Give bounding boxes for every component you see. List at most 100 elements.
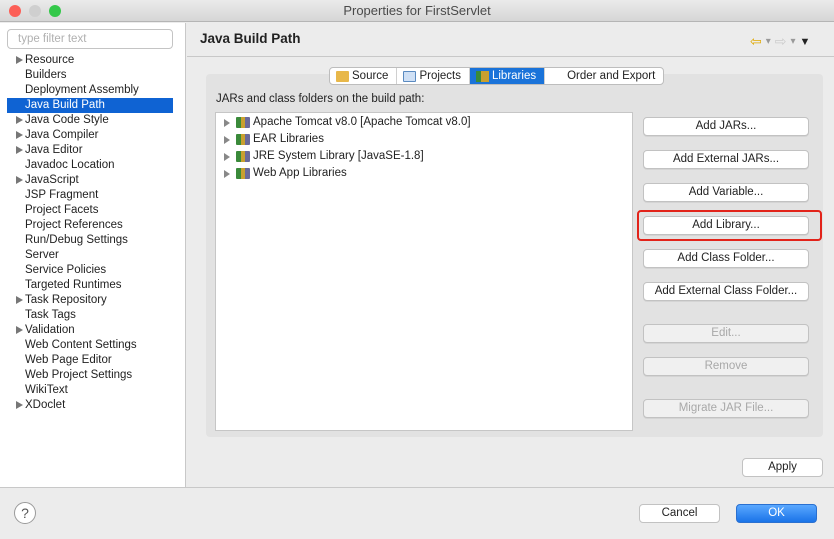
list-item[interactable]: EAR Libraries [224,131,324,148]
library-label: Web App Libraries [253,167,347,179]
tab-bar: Source Projects Libraries Order and Export [329,67,665,85]
list-item[interactable]: Web App Libraries [224,165,347,182]
filter-input[interactable] [7,29,173,49]
sidebar-item-label: JavaScript [25,174,79,186]
sidebar-item-label: Service Policies [25,264,107,276]
remove-button[interactable]: Remove [643,357,809,376]
sidebar-item[interactable]: Task Repository [7,293,173,308]
sidebar-item[interactable]: Java Editor [7,143,173,158]
tab-libraries[interactable]: Libraries [469,68,546,84]
tab-label: Libraries [491,70,537,82]
list-item[interactable]: Apache Tomcat v8.0 [Apache Tomcat v8.0] [224,114,471,131]
help-icon[interactable]: ? [14,502,36,524]
sidebar-item[interactable]: Web Project Settings [7,368,173,383]
library-icon [475,70,489,82]
expand-arrow-icon[interactable] [16,131,23,139]
order-export-icon [551,71,564,82]
sidebar-item[interactable]: JavaScript [7,173,173,188]
add-external-class-folder-button[interactable]: Add External Class Folder... [643,282,809,301]
close-window-button[interactable] [9,5,21,17]
library-label: Apache Tomcat v8.0 [Apache Tomcat v8.0] [253,116,471,128]
title-bar: Properties for FirstServlet [0,0,834,22]
add-variable-button[interactable]: Add Variable... [643,183,809,202]
sidebar-item[interactable]: Project Facets [7,203,173,218]
sidebar-item[interactable]: Web Page Editor [7,353,173,368]
expand-arrow-icon[interactable] [16,401,23,409]
sidebar-item-label: WikiText [25,384,68,396]
ok-button[interactable]: OK [736,504,817,523]
sidebar-item[interactable]: JSP Fragment [7,188,173,203]
sidebar-item-label: JSP Fragment [25,189,99,201]
zoom-window-button[interactable] [49,5,61,17]
tab-projects[interactable]: Projects [397,68,470,84]
sidebar-item-label: Javadoc Location [25,159,115,171]
sidebar-item-label: Run/Debug Settings [25,234,128,246]
apply-button[interactable]: Apply [742,458,823,477]
sidebar-item[interactable]: WikiText [7,383,173,398]
sidebar-item-label: Java Code Style [25,114,109,126]
edit-button[interactable]: Edit... [643,324,809,343]
sidebar-item-label: Task Repository [25,294,107,306]
tab-order-and-export[interactable]: Order and Export [545,68,663,84]
expand-arrow-icon[interactable] [16,326,23,334]
forward-arrow-icon[interactable]: ⇨ [775,33,787,50]
library-icon [236,168,250,179]
folder-icon [403,70,417,82]
sidebar-item-label: Builders [25,69,67,81]
library-icon [236,117,250,128]
library-label: JRE System Library [JavaSE-1.8] [253,150,424,162]
menu-dropdown-icon[interactable]: ▼ [800,36,811,48]
sidebar-item[interactable]: Task Tags [7,308,173,323]
expand-arrow-icon[interactable] [224,118,230,127]
expand-arrow-icon[interactable] [16,296,23,304]
expand-arrow-icon[interactable] [16,116,23,124]
minimize-window-button[interactable] [29,5,41,17]
sidebar-item-label: Resource [25,54,75,66]
sidebar-item[interactable]: XDoclet [7,398,173,413]
sidebar-item[interactable]: Targeted Runtimes [7,278,173,293]
sidebar-item[interactable]: Java Code Style [7,113,173,128]
highlight-box [637,210,822,241]
expand-arrow-icon[interactable] [16,56,23,64]
sidebar-item-label: Web Page Editor [25,354,112,366]
sidebar-item[interactable]: Project References [7,218,173,233]
expand-arrow-icon[interactable] [224,152,230,161]
add-external-jars-button[interactable]: Add External JARs... [643,150,809,169]
sidebar-item-label: Web Project Settings [25,369,133,381]
sidebar-item-label: Server [25,249,59,261]
back-arrow-icon[interactable]: ⇦ [750,33,762,50]
add-jars-button[interactable]: Add JARs... [643,117,809,136]
sidebar-item[interactable]: Builders [7,68,173,83]
sidebar-item[interactable]: Java Compiler [7,128,173,143]
sidebar-item-label: Java Compiler [25,129,99,141]
expand-arrow-icon[interactable] [224,169,230,178]
sidebar: Resource Builders Deployment Assembly Java … [0,23,186,487]
list-label: JARs and class folders on the build path… [216,93,425,105]
page-title: Java Build Path [200,31,301,46]
sidebar-item-label: Project Facets [25,204,99,216]
sidebar-item[interactable]: Deployment Assembly [7,83,173,98]
add-class-folder-button[interactable]: Add Class Folder... [643,249,809,268]
sidebar-item[interactable]: Server [7,248,173,263]
divider [187,56,834,57]
divider [0,487,834,488]
sidebar-item-label: Project References [25,219,123,231]
sidebar-item[interactable]: Validation [7,323,173,338]
sidebar-item[interactable]: Javadoc Location [7,158,173,173]
sidebar-item-label: XDoclet [25,399,66,411]
library-label: EAR Libraries [253,133,324,145]
list-item[interactable]: JRE System Library [JavaSE-1.8] [224,148,424,165]
expand-arrow-icon[interactable] [16,146,23,154]
tab-source[interactable]: Source [330,68,398,84]
migrate-jar-file-button[interactable]: Migrate JAR File... [643,399,809,418]
sidebar-item[interactable]: Java Build Path [7,98,173,113]
window-title: Properties for FirstServlet [343,3,491,18]
sidebar-item[interactable]: Resource [7,53,173,68]
expand-arrow-icon[interactable] [16,176,23,184]
library-list[interactable]: Apache Tomcat v8.0 [Apache Tomcat v8.0] E… [215,112,633,431]
sidebar-item[interactable]: Run/Debug Settings [7,233,173,248]
expand-arrow-icon[interactable] [224,135,230,144]
sidebar-item[interactable]: Web Content Settings [7,338,173,353]
cancel-button[interactable]: Cancel [639,504,720,523]
sidebar-item[interactable]: Service Policies [7,263,173,278]
